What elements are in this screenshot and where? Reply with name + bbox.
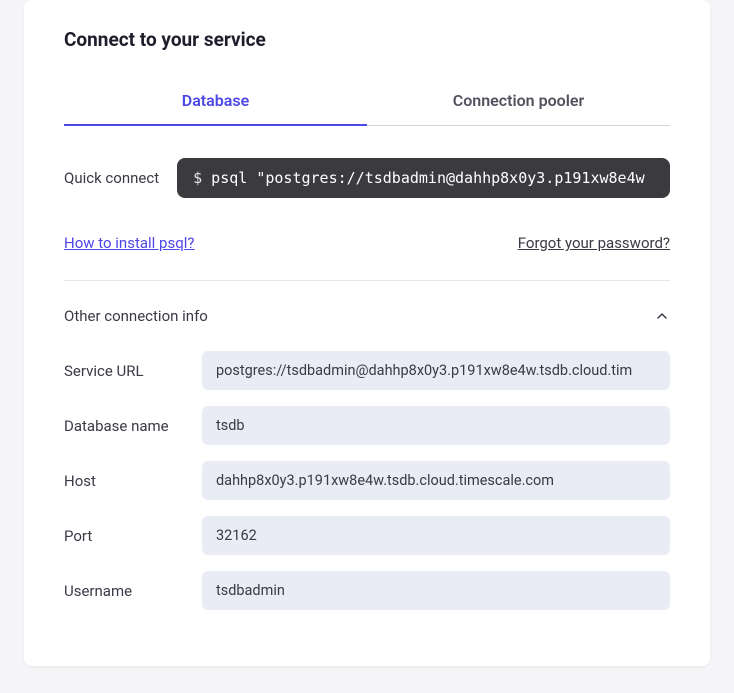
forgot-password-link[interactable]: Forgot your password? xyxy=(518,234,670,252)
quick-connect-label: Quick connect xyxy=(64,169,159,187)
quick-connect-terminal[interactable]: $ psql "postgres://tsdbadmin@dahhp8x0y3.… xyxy=(177,158,670,198)
row-database-name: Database name tsdb xyxy=(64,406,670,445)
other-info-toggle[interactable]: Other connection info xyxy=(64,307,670,325)
quick-connect-row: Quick connect $ psql "postgres://tsdbadm… xyxy=(64,158,670,198)
other-info-body: Service URL postgres://tsdbadmin@dahhp8x… xyxy=(64,351,670,610)
row-port: Port 32162 xyxy=(64,516,670,555)
row-host: Host dahhp8x0y3.p191xw8e4w.tsdb.cloud.ti… xyxy=(64,461,670,500)
label-database-name: Database name xyxy=(64,417,184,435)
help-links-row: How to install psql? Forgot your passwor… xyxy=(64,234,670,252)
other-info-title: Other connection info xyxy=(64,307,208,325)
row-username: Username tsdbadmin xyxy=(64,571,670,610)
value-service-url[interactable]: postgres://tsdbadmin@dahhp8x0y3.p191xw8e… xyxy=(202,351,670,390)
label-host: Host xyxy=(64,472,184,490)
label-port: Port xyxy=(64,527,184,545)
divider xyxy=(64,280,670,281)
terminal-command: psql "postgres://tsdbadmin@dahhp8x0y3.p1… xyxy=(202,169,645,187)
tab-database[interactable]: Database xyxy=(64,79,367,126)
row-service-url: Service URL postgres://tsdbadmin@dahhp8x… xyxy=(64,351,670,390)
tab-connection-pooler[interactable]: Connection pooler xyxy=(367,79,670,125)
tabs: Database Connection pooler xyxy=(64,79,670,126)
label-username: Username xyxy=(64,582,184,600)
value-port[interactable]: 32162 xyxy=(202,516,670,555)
terminal-prompt: $ xyxy=(193,169,202,187)
connect-panel: Connect to your service Database Connect… xyxy=(24,0,710,666)
chevron-up-icon xyxy=(654,308,670,324)
install-psql-link[interactable]: How to install psql? xyxy=(64,234,194,252)
value-database-name[interactable]: tsdb xyxy=(202,406,670,445)
label-service-url: Service URL xyxy=(64,362,184,380)
panel-title: Connect to your service xyxy=(64,28,670,51)
value-username[interactable]: tsdbadmin xyxy=(202,571,670,610)
value-host[interactable]: dahhp8x0y3.p191xw8e4w.tsdb.cloud.timesca… xyxy=(202,461,670,500)
